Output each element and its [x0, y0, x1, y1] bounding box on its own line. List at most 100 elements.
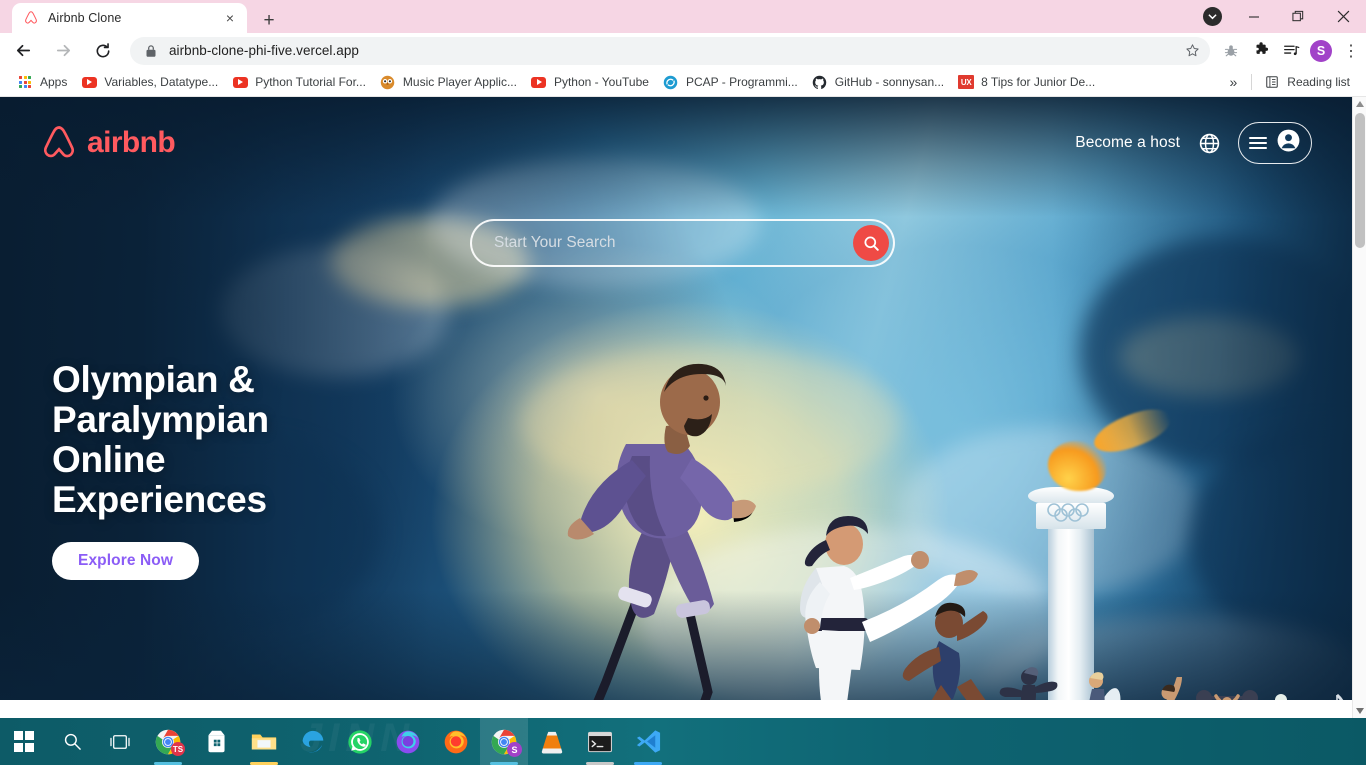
- pcap-icon: [663, 74, 679, 90]
- globe-icon[interactable]: [1196, 130, 1222, 156]
- bookmark-label: GitHub - sonnysan...: [834, 75, 945, 89]
- taskbar-item-vscode[interactable]: [624, 718, 672, 765]
- airbnb-logo[interactable]: airbnb: [40, 124, 176, 162]
- tab-airbnb-clone[interactable]: Airbnb Clone ×: [12, 3, 247, 33]
- scrollbar-thumb[interactable]: [1355, 113, 1365, 248]
- bookmarks-overflow: » Reading list: [1220, 74, 1366, 90]
- user-circle-icon[interactable]: [1276, 128, 1301, 158]
- bookmark-label: Music Player Applic...: [402, 75, 517, 89]
- start-button[interactable]: [0, 718, 48, 765]
- bookmark-item[interactable]: Variables, Datatype...: [74, 71, 225, 93]
- url-text: airbnb-clone-phi-five.vercel.app: [169, 43, 359, 58]
- youtube-icon: [531, 74, 547, 90]
- bookmarks-overflow-button[interactable]: »: [1220, 74, 1248, 90]
- scroll-up-arrow[interactable]: [1353, 97, 1366, 111]
- bug-icon[interactable]: [1216, 36, 1246, 66]
- window-controls: [1203, 0, 1366, 33]
- chrome-profile-badge: S: [507, 742, 522, 757]
- bookmark-label: Python Tutorial For...: [255, 75, 366, 89]
- page-title: Olympian & Paralympian Online Experience…: [52, 359, 269, 520]
- terminal-icon: [587, 731, 613, 752]
- new-tab-button[interactable]: +: [256, 7, 282, 33]
- taskbar-item-file-explorer[interactable]: [240, 718, 288, 765]
- airbnb-bowtie-icon: [43, 126, 75, 158]
- browser-window: Airbnb Clone × + airbnb-clone-phi-five.v…: [0, 0, 1366, 718]
- github-icon: [812, 74, 828, 90]
- bookmark-label: Variables, Datatype...: [104, 75, 219, 89]
- youtube-icon: [81, 74, 97, 90]
- figure-weightlifter: [1196, 690, 1258, 700]
- site-header: airbnb Become a host: [0, 97, 1352, 189]
- address-bar[interactable]: airbnb-clone-phi-five.vercel.app: [130, 36, 1210, 65]
- bookmark-item[interactable]: GitHub - sonnysan...: [805, 71, 951, 93]
- ux-icon: UX: [958, 74, 975, 90]
- taskbar-item-microsoft-store[interactable]: [192, 718, 240, 765]
- bookmark-item[interactable]: Python Tutorial For...: [225, 71, 373, 93]
- bookmark-item[interactable]: PCAP - Programmi...: [656, 71, 805, 93]
- bookmark-star-icon[interactable]: [1180, 43, 1204, 58]
- taskbar-item-chrome-ts[interactable]: TS: [144, 718, 192, 765]
- figure-dancer: [1275, 694, 1287, 700]
- user-menu-button[interactable]: [1238, 122, 1312, 164]
- taskbar-item-firefox[interactable]: [432, 718, 480, 765]
- bookmark-label: PCAP - Programmi...: [685, 75, 798, 89]
- close-icon[interactable]: ×: [221, 9, 239, 27]
- maximize-button[interactable]: [1276, 0, 1321, 33]
- page-scrollbar[interactable]: [1352, 97, 1366, 718]
- become-a-host-link[interactable]: Become a host: [1075, 134, 1180, 152]
- bookmark-item[interactable]: Music Player Applic...: [373, 71, 524, 93]
- taskbar-item-chrome-s[interactable]: S: [480, 718, 528, 765]
- forward-button[interactable]: [46, 34, 80, 68]
- explore-now-button[interactable]: Explore Now: [52, 542, 199, 580]
- windows-taskbar: JINN: [0, 718, 1366, 765]
- page-viewport: LEEPER: [0, 97, 1366, 718]
- folder-icon: [251, 734, 277, 749]
- microsoft-store-icon: [207, 730, 225, 753]
- taskbar-item-microsoft-edge[interactable]: [288, 718, 336, 765]
- bookmarks-bar: Apps Variables, Datatype... Python Tutor…: [0, 68, 1366, 97]
- download-indicator-icon[interactable]: [1203, 7, 1222, 26]
- browser-toolbar: airbnb-clone-phi-five.vercel.app S ⋮: [0, 33, 1366, 68]
- taskbar-items: TS S: [0, 718, 672, 765]
- chrome-menu-icon[interactable]: ⋮: [1336, 41, 1366, 61]
- firefox-icon: [444, 730, 468, 753]
- close-window-button[interactable]: [1321, 0, 1366, 33]
- divider: [1251, 74, 1253, 90]
- task-view-icon: [110, 734, 130, 749]
- search-icon: [64, 733, 81, 750]
- extensions-puzzle-icon[interactable]: [1246, 36, 1276, 66]
- minimize-button[interactable]: [1231, 0, 1276, 33]
- reading-list-button[interactable]: Reading list: [1256, 74, 1358, 90]
- figure-skateboarder: [999, 667, 1058, 700]
- media-list-icon[interactable]: [1276, 36, 1306, 66]
- bookmark-item[interactable]: Python - YouTube: [524, 71, 656, 93]
- taskbar-item-vlc[interactable]: [528, 718, 576, 765]
- back-button[interactable]: [6, 34, 40, 68]
- task-view-button[interactable]: [96, 718, 144, 765]
- hero-copy: Olympian & Paralympian Online Experience…: [52, 360, 382, 580]
- bookmark-item[interactable]: UX 8 Tips for Junior De...: [951, 71, 1102, 93]
- hero-section: LEEPER: [0, 97, 1352, 700]
- figure-surfer: [1089, 672, 1121, 700]
- hamburger-icon[interactable]: [1249, 136, 1267, 150]
- airbnb-bowtie-icon: [25, 11, 37, 24]
- profile-avatar[interactable]: S: [1310, 39, 1332, 62]
- bookmark-apps[interactable]: Apps: [10, 71, 74, 93]
- bookmark-label: 8 Tips for Junior De...: [981, 75, 1096, 89]
- figure-sprinter: [567, 363, 756, 700]
- reading-list-icon: [1264, 74, 1280, 90]
- taskbar-item-whatsapp[interactable]: [336, 718, 384, 765]
- chrome-profile-badge: TS: [171, 742, 185, 756]
- owl-icon: [380, 74, 396, 90]
- taskbar-item-firefox-nightly[interactable]: [384, 718, 432, 765]
- taskbar-item-command-prompt[interactable]: [576, 718, 624, 765]
- brand-name: airbnb: [87, 126, 176, 159]
- edge-icon: [302, 730, 323, 753]
- vlc-cone-icon: [541, 731, 563, 753]
- youtube-icon: [232, 74, 248, 90]
- vscode-icon: [636, 730, 660, 753]
- taskbar-search-button[interactable]: [48, 718, 96, 765]
- reload-button[interactable]: [86, 34, 120, 68]
- scroll-down-arrow[interactable]: [1353, 704, 1366, 718]
- windows-logo-icon: [13, 731, 35, 752]
